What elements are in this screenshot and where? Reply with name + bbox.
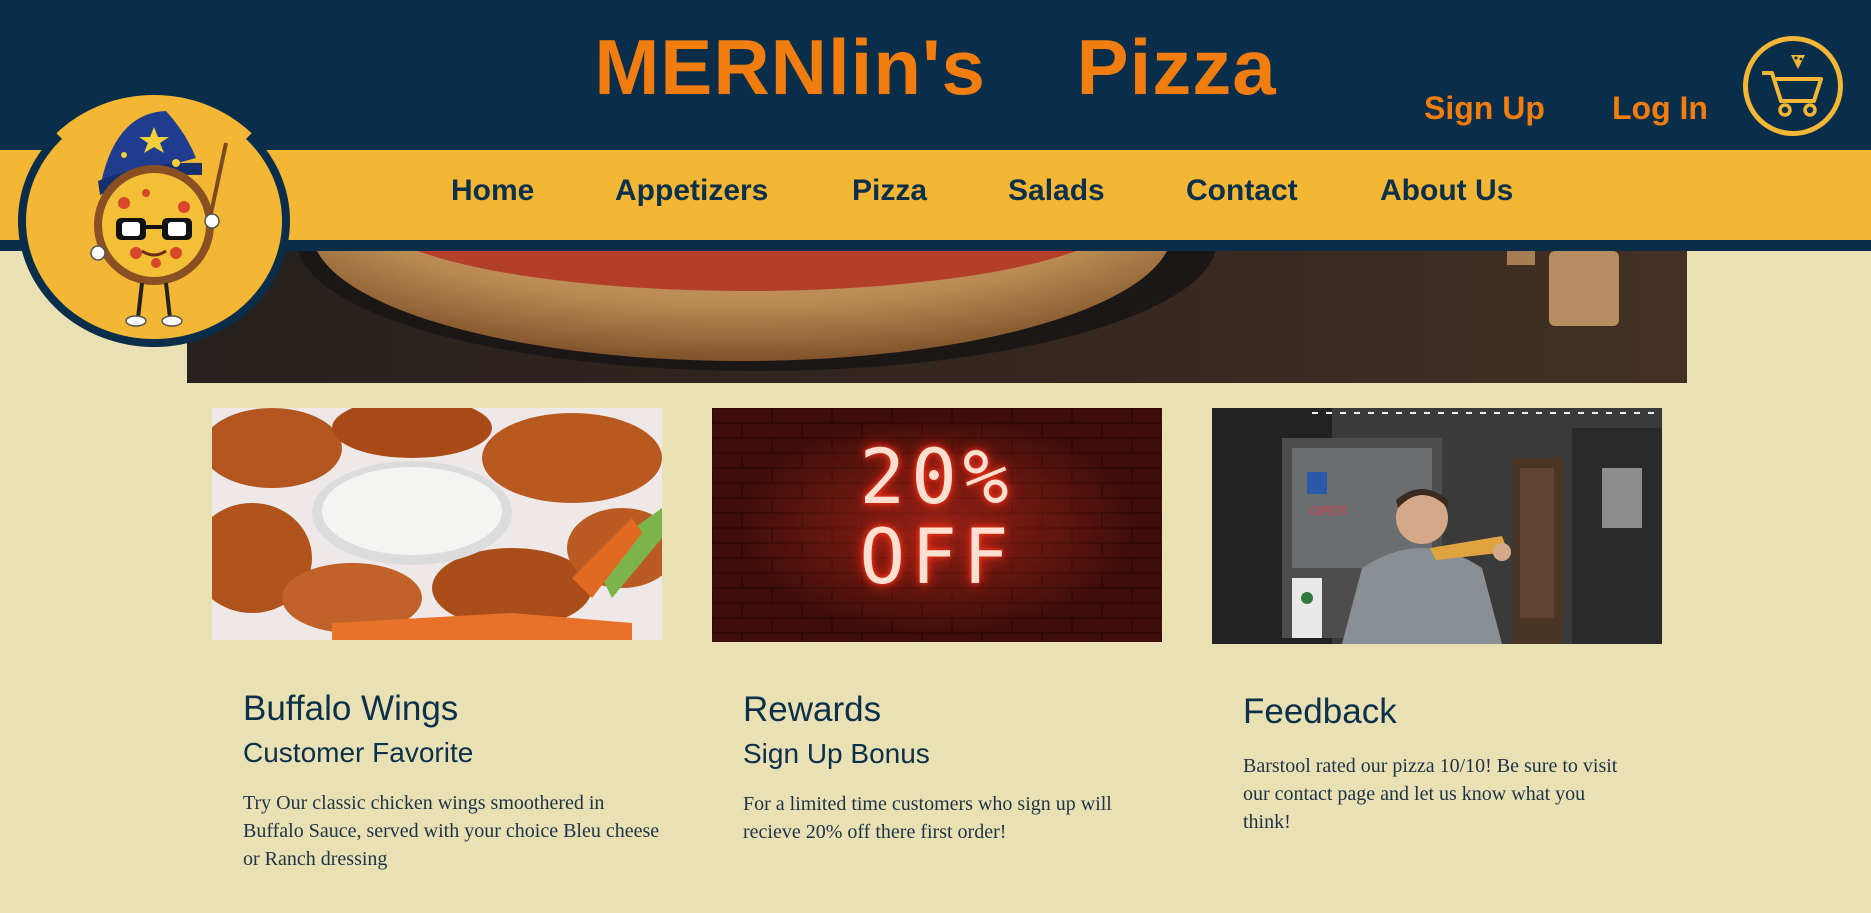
cart-button[interactable] (1743, 36, 1843, 136)
card-subtitle-wings: Customer Favorite (243, 737, 474, 768)
login-link[interactable]: Log In (1612, 88, 1708, 128)
site-title: MERNlin's Pizza (594, 23, 1277, 111)
signup-link[interactable]: Sign Up (1424, 88, 1545, 128)
hero-image (187, 251, 1687, 383)
card-text-wings: Try Our classic chicken wings smoothered… (243, 792, 660, 870)
card-subtitle-rewards: Sign Up Bonus (743, 738, 930, 769)
shopping-cart-icon (1762, 55, 1823, 117)
discount-line-2: OFF (859, 512, 1015, 601)
card-text-feedback: Barstool rated our pizza 10/10! Be sure … (1243, 755, 1618, 833)
nav-about-us[interactable]: About Us (1380, 170, 1513, 212)
discount-line-1: 20% (859, 432, 1015, 521)
buffalo-wings-image (212, 408, 662, 640)
card-title-feedback: Feedback (1243, 692, 1397, 731)
nav-home[interactable]: Home (451, 170, 534, 212)
open-sign: OPEN (1310, 504, 1347, 519)
card-title-wings: Buffalo Wings (243, 689, 459, 728)
nav-appetizers[interactable]: Appetizers (615, 170, 768, 212)
nav-pizza[interactable]: Pizza (852, 170, 927, 212)
feedback-image: OPEN (1212, 408, 1662, 644)
rewards-image: 20% OFF (712, 408, 1162, 642)
nav-salads[interactable]: Salads (1008, 170, 1105, 212)
card-title-rewards: Rewards (743, 690, 882, 729)
nav-contact[interactable]: Contact (1186, 170, 1298, 212)
card-text-rewards: For a limited time customers who sign up… (743, 793, 1112, 843)
logo[interactable] (18, 95, 290, 347)
